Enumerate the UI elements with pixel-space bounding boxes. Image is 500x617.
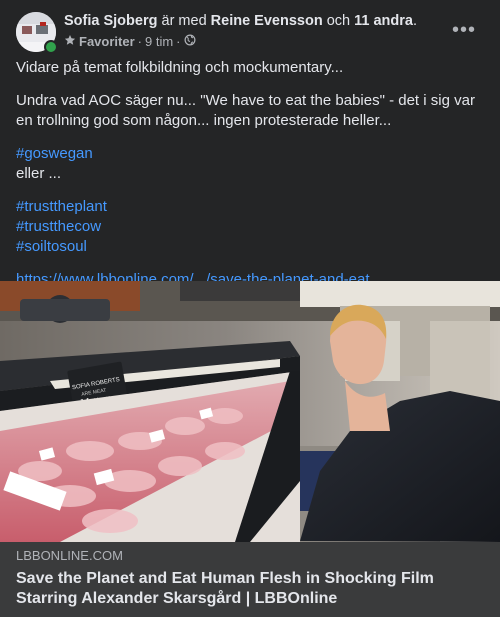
- link-preview-image[interactable]: SOFIA ROBERTS ARE MEAT Matters: [0, 281, 500, 542]
- meta-separator-2: ·: [176, 34, 181, 49]
- post-text-eller: eller ...: [16, 165, 62, 182]
- author-line: Sofia Sjoberg är med Reine Evensson och …: [64, 12, 444, 31]
- feed-post: Sofia Sjoberg är med Reine Evensson och …: [0, 0, 500, 617]
- audience-label[interactable]: Favoriter: [79, 34, 135, 50]
- post-header: Sofia Sjoberg är med Reine Evensson och …: [16, 12, 484, 56]
- star-icon: [64, 34, 76, 50]
- supermarket-photo: SOFIA ROBERTS ARE MEAT Matters: [0, 281, 500, 542]
- post-time[interactable]: 9 tim: [145, 34, 173, 50]
- post-body: Vidare på temat folkbildning och mockume…: [16, 58, 486, 303]
- post-paragraph-1: Vidare på temat folkbildning och mockume…: [16, 59, 344, 76]
- hashtag-soiltosoul[interactable]: #soiltosoul: [16, 237, 486, 257]
- post-meta: Favoriter · 9 tim ·: [64, 34, 444, 50]
- hashtag-trustthecow[interactable]: #trustthecow: [16, 217, 486, 237]
- post-header-text: Sofia Sjoberg är med Reine Evensson och …: [64, 12, 444, 50]
- tagged-person[interactable]: Reine Evensson: [211, 13, 323, 29]
- hashtag-goswegan[interactable]: #goswegan: [16, 144, 486, 164]
- meta-separator: ·: [137, 34, 142, 49]
- online-status-dot: [44, 40, 58, 54]
- link-preview-domain: LBBONLINE.COM: [16, 548, 123, 563]
- hashtag-trusttheplant[interactable]: #trusttheplant: [16, 197, 486, 217]
- globe-icon: [184, 34, 196, 50]
- post-paragraph-4: #trusttheplant #trustthecow #soiltosoul: [16, 197, 486, 257]
- author-name[interactable]: Sofia Sjoberg: [64, 13, 157, 29]
- more-horizontal-icon[interactable]: •••: [450, 16, 478, 44]
- with-text: är med: [161, 13, 207, 29]
- post-paragraph-3: #goswegan eller ...: [16, 144, 486, 184]
- link-preview-title[interactable]: Save the Planet and Eat Human Flesh in S…: [16, 569, 484, 609]
- author-line-period: .: [412, 13, 418, 29]
- post-paragraph-2: Undra vad AOC säger nu... "We have to ea…: [16, 92, 475, 129]
- and-text: och: [326, 13, 351, 29]
- tagged-others[interactable]: 11 andra: [354, 13, 413, 29]
- link-preview-card[interactable]: LBBONLINE.COM Save the Planet and Eat Hu…: [0, 542, 500, 617]
